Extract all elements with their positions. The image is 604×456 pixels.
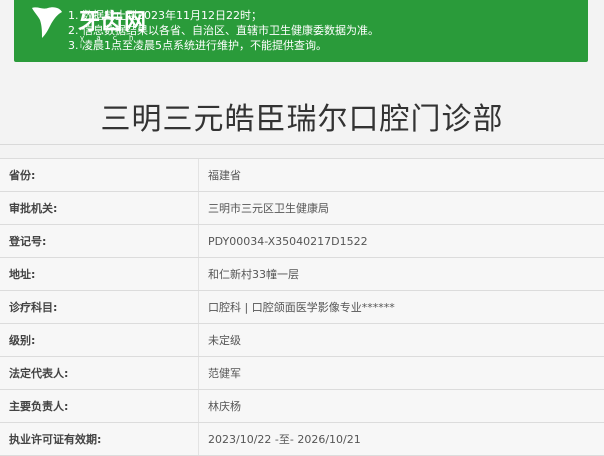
- row-value: 2023/10/22 -至- 2026/10/21: [208, 433, 361, 446]
- column-divider: [198, 192, 199, 224]
- notice-list: 1. 数据截止到2023年11月12日22时； 2. 信息数据结果以各省、自治区…: [68, 8, 379, 53]
- divider: [0, 144, 604, 145]
- info-row: 法定代表人: 范健军: [0, 357, 604, 390]
- notice-item: 2. 信息数据结果以各省、自治区、直辖市卫生健康委数据为准。: [68, 24, 379, 37]
- row-label: 地址:: [9, 268, 36, 281]
- row-value: 范健军: [208, 367, 241, 380]
- column-divider: [198, 390, 199, 422]
- row-label: 审批机关:: [9, 202, 58, 215]
- info-row: 地址: 和仁新村33幢一层: [0, 258, 604, 291]
- info-row: 省份: 福建省: [0, 158, 604, 192]
- column-divider: [198, 357, 199, 389]
- row-value: 福建省: [208, 169, 241, 182]
- column-divider: [198, 423, 199, 455]
- row-label: 主要负责人:: [9, 400, 69, 413]
- info-row: 级别: 未定级: [0, 324, 604, 357]
- info-row: 登记号: PDY00034-X35040217D1522: [0, 225, 604, 258]
- tooth-logo-icon: [32, 7, 62, 39]
- column-divider: [198, 159, 199, 191]
- row-label: 执业许可证有效期:: [9, 433, 102, 446]
- row-label: 省份:: [9, 169, 36, 182]
- info-row: 诊疗科目: 口腔科 | 口腔颌面医学影像专业******: [0, 291, 604, 324]
- row-label: 级别:: [9, 334, 36, 347]
- notice-item: 3. 凌晨1点至凌晨5点系统进行维护，不能提供查询。: [68, 39, 327, 52]
- info-row: 审批机关: 三明市三元区卫生健康局: [0, 192, 604, 225]
- row-value: 和仁新村33幢一层: [208, 268, 299, 281]
- column-divider: [198, 291, 199, 323]
- notice-banner: 牙齿网 y a c h i 1. 数据截止到2023年11月12日22时； 2.…: [14, 0, 588, 62]
- page-title: 三明三元皓臣瑞尔口腔门诊部: [100, 102, 504, 137]
- column-divider: [198, 324, 199, 356]
- row-label: 法定代表人:: [9, 367, 69, 380]
- row-value: 林庆杨: [208, 400, 241, 413]
- row-label: 诊疗科目:: [9, 301, 58, 314]
- info-row: 主要负责人: 林庆杨: [0, 390, 604, 423]
- row-value: 未定级: [208, 334, 241, 347]
- column-divider: [198, 225, 199, 257]
- row-value: 口腔科 | 口腔颌面医学影像专业******: [208, 301, 395, 314]
- info-table: 省份: 福建省 审批机关: 三明市三元区卫生健康局 登记号: PDY00034-…: [0, 158, 604, 456]
- column-divider: [198, 258, 199, 290]
- info-row: 执业许可证有效期: 2023/10/22 -至- 2026/10/21: [0, 423, 604, 456]
- row-value: 三明市三元区卫生健康局: [208, 202, 329, 215]
- notice-item: 1. 数据截止到2023年11月12日22时；: [68, 9, 262, 22]
- row-value: PDY00034-X35040217D1522: [208, 234, 368, 248]
- row-label: 登记号:: [9, 235, 47, 248]
